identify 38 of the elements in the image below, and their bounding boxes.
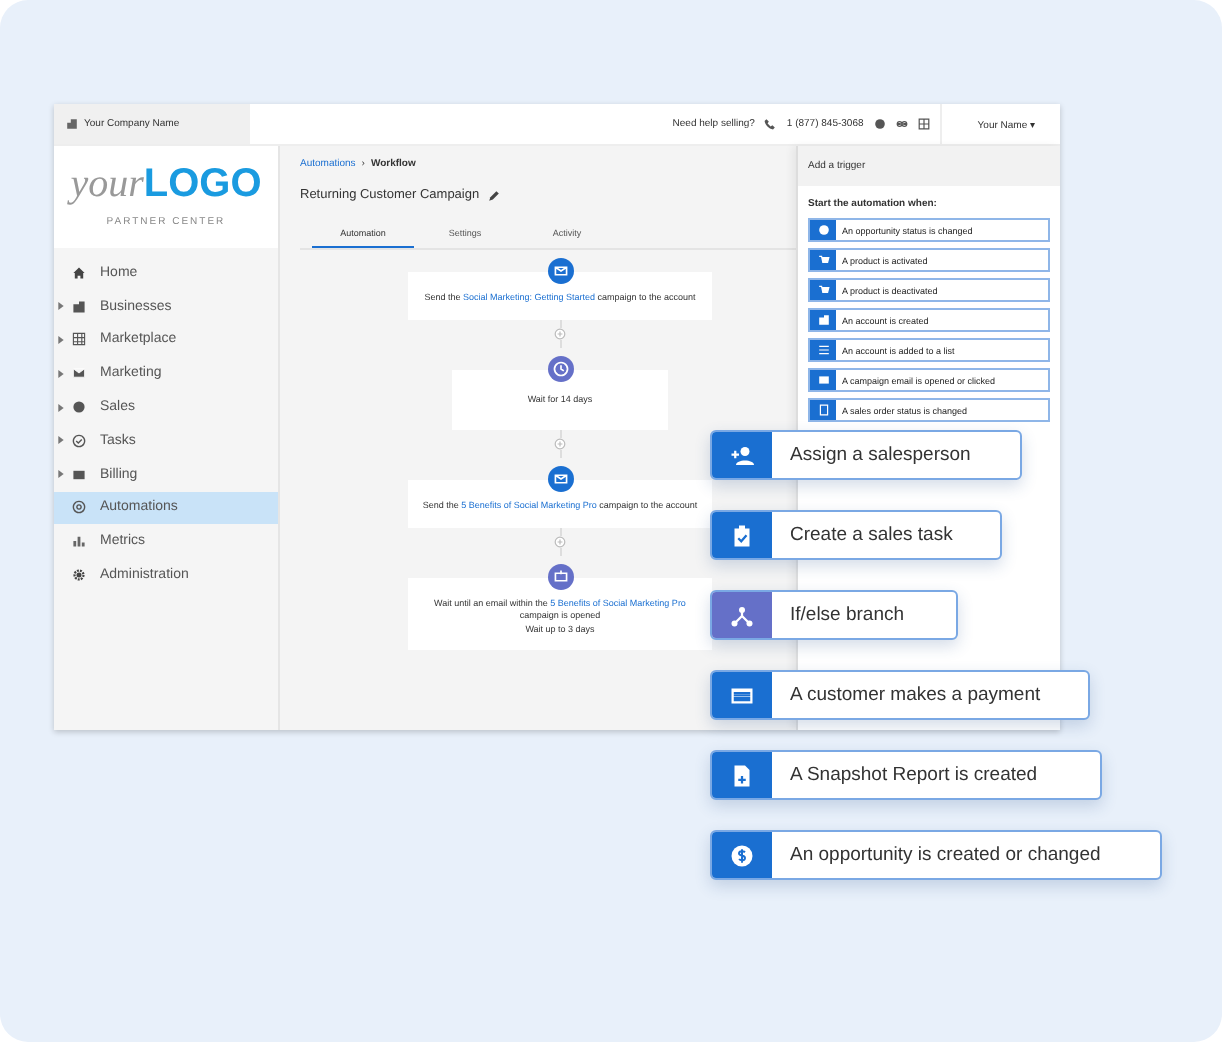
branch-icon [730,603,754,627]
action-card[interactable]: A Snapshot Report is created [710,750,1102,800]
action-card[interactable]: An opportunity is created or changed [710,830,1162,880]
grid-icon[interactable] [917,118,930,130]
clipboard-icon [730,523,754,547]
expand-icon[interactable] [58,403,64,412]
card-icon [72,467,86,482]
expand-icon[interactable] [58,335,64,344]
order-icon [817,404,829,416]
action-card[interactable]: A customer makes a payment [710,670,1090,720]
check-icon [72,433,86,448]
target-icon [72,500,86,515]
phone-icon [764,118,777,130]
pencil-icon[interactable] [487,189,500,201]
gear-icon [72,568,86,583]
building-icon [66,118,78,130]
home-icon [72,265,86,280]
link-icon[interactable] [895,118,908,130]
cart-icon [817,254,829,266]
expand-icon[interactable] [58,369,64,378]
expand-icon[interactable] [58,436,64,445]
clock-icon [547,563,573,589]
building-icon [817,314,829,326]
expand-icon[interactable] [58,470,64,479]
cart-icon [817,284,829,296]
building-icon [72,299,86,314]
clock-icon [547,355,573,381]
document-icon [730,763,754,787]
credit-card-icon [730,683,754,707]
person-add-icon [730,443,754,467]
logo: yourLOGO [65,162,264,206]
expand-icon[interactable] [58,302,64,311]
grid-icon [72,332,86,347]
action-card[interactable]: If/else branch [710,590,958,640]
list-icon [817,344,829,356]
action-card[interactable]: Create a sales task [710,510,1002,560]
bars-icon [72,534,86,549]
action-card[interactable]: Assign a salesperson [710,430,1022,480]
